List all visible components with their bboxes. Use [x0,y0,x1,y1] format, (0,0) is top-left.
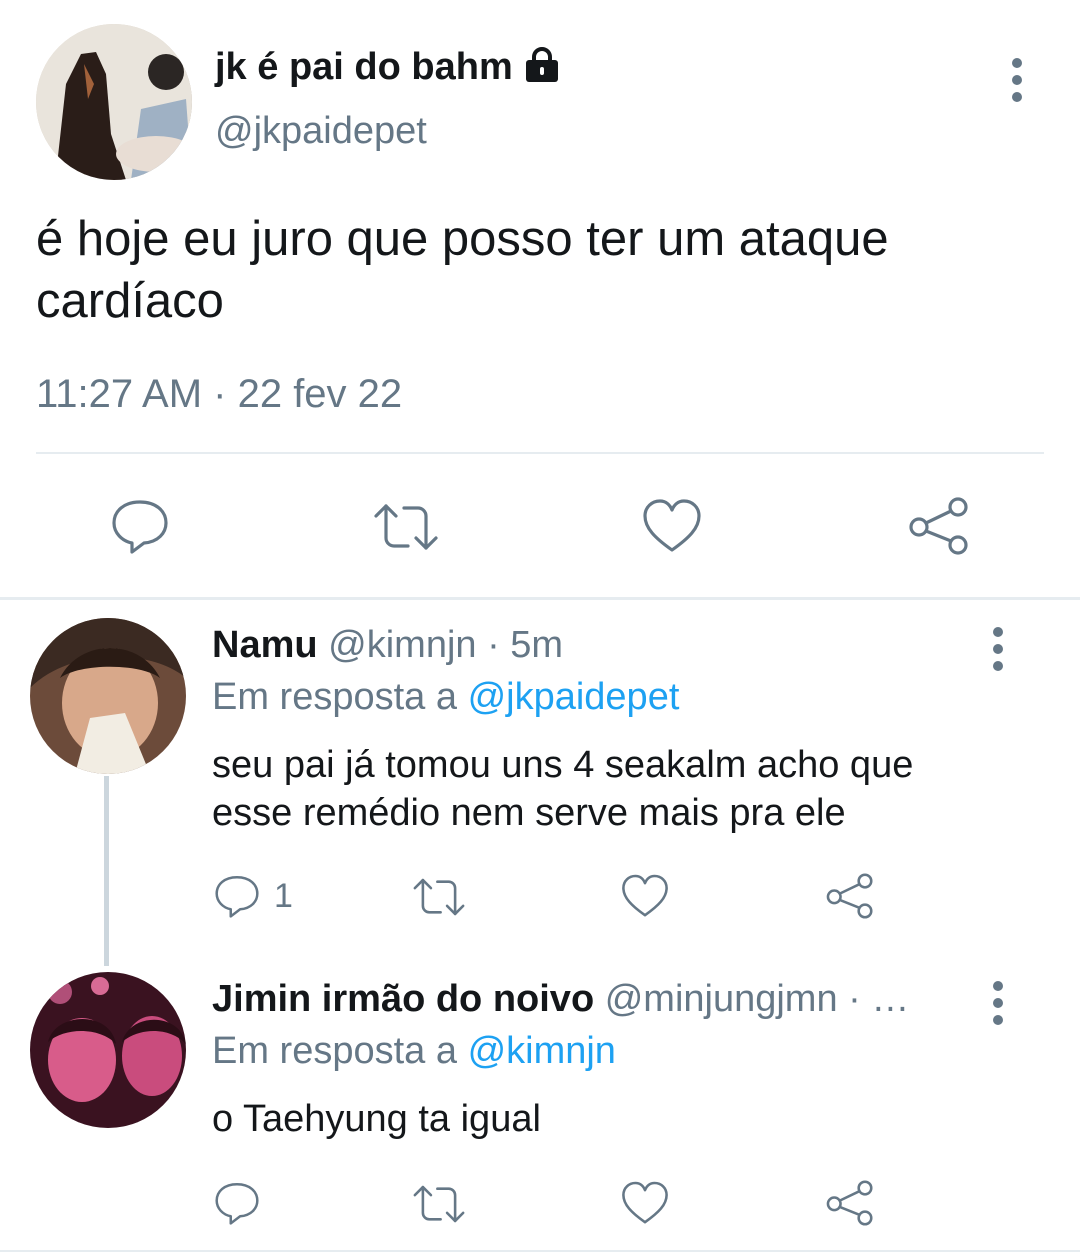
reply-2-reply-to-link[interactable]: @kimnjn [468,1030,616,1072]
avatar-main[interactable] [36,24,192,180]
reply-2-text: o Taehyung ta igual [212,1095,541,1143]
avatar-reply-2[interactable] [30,972,186,1128]
reply-1-meta[interactable]: @kimnjn · 5m [328,624,563,666]
reply-2-reply-button[interactable] [212,1179,262,1232]
reply-1-like-button[interactable] [620,872,670,925]
main-timestamp-divider [36,452,1044,454]
reply-2-share-button[interactable] [824,1179,876,1232]
share-icon [826,873,873,919]
retweet-icon [374,504,438,550]
reply-1-text-line2: esse remédio nem serve mais pra ele [212,792,846,834]
reply-2-replying-to: Em resposta a @kimnjn [212,1030,616,1073]
lock-icon [523,46,561,89]
reply-2-display-name[interactable]: Jimin irmão do noivo [212,978,594,1020]
reply-2-reply-prefix: Em resposta a [212,1030,457,1072]
avatar-reply-1[interactable] [30,618,186,774]
main-share-button[interactable] [906,496,972,561]
reply-2-header: Jimin irmão do noivo @minjungjmn · … [212,978,942,1021]
reply-1-more-options-icon[interactable] [992,627,1004,678]
heart-icon [622,1181,668,1224]
reply-1-replying-to: Em resposta a @jkpaidepet [212,676,679,719]
main-more-options-icon[interactable] [1011,58,1023,109]
main-display-name[interactable]: jk é pai do bahm [215,46,513,89]
reply-icon [215,1183,259,1225]
reply-1-text: seu pai já tomou uns 4 seakalm acho que … [212,741,913,837]
heart-icon [622,874,668,917]
main-tweet-text: é hoje eu juro que posso ter um ataque c… [36,208,889,332]
reply-1-share-button[interactable] [824,872,876,925]
main-tweet-text-line2: cardíaco [36,274,224,328]
section-divider [0,597,1080,600]
bottom-divider [0,1250,1080,1252]
main-display-name-row: jk é pai do bahm [215,42,561,92]
retweet-icon [413,1185,465,1223]
reply-2-meta[interactable]: @minjungjmn · … [605,978,910,1020]
reply-2-more-options-icon[interactable] [992,981,1004,1032]
thread-line [104,776,109,966]
reply-2-text-line1: o Taehyung ta igual [212,1098,541,1140]
reply-2-retweet-button[interactable] [410,1180,468,1233]
main-retweet-button[interactable] [370,498,442,561]
retweet-icon [413,878,465,916]
share-icon [826,1180,873,1226]
heart-icon [643,499,701,552]
main-timestamp[interactable]: 11:27 AM · 22 fev 22 [36,372,402,417]
reply-1-text-line1: seu pai já tomou uns 4 seakalm acho que [212,744,914,786]
avatar-reply-2-image [30,972,186,1128]
reply-icon [215,876,259,918]
reply-1-reply-prefix: Em resposta a [212,676,457,718]
reply-1-header: Namu @kimnjn · 5m [212,624,563,667]
reply-icon [112,500,168,554]
reply-1-reply-button[interactable]: 1 [212,872,293,920]
main-tweet-text-line1: é hoje eu juro que posso ter um ataque [36,212,889,266]
main-reply-button[interactable] [108,496,172,561]
share-icon [909,497,968,555]
reply-2-like-button[interactable] [620,1179,670,1232]
reply-1-reply-to-link[interactable]: @jkpaidepet [468,676,680,718]
reply-1-retweet-button[interactable] [410,873,468,926]
reply-1-display-name[interactable]: Namu [212,624,318,666]
reply-1-reply-count: 1 [274,876,293,915]
avatar-main-image [36,24,192,180]
avatar-reply-1-image [30,618,186,774]
main-like-button[interactable] [641,496,703,561]
main-handle[interactable]: @jkpaidepet [215,110,427,153]
